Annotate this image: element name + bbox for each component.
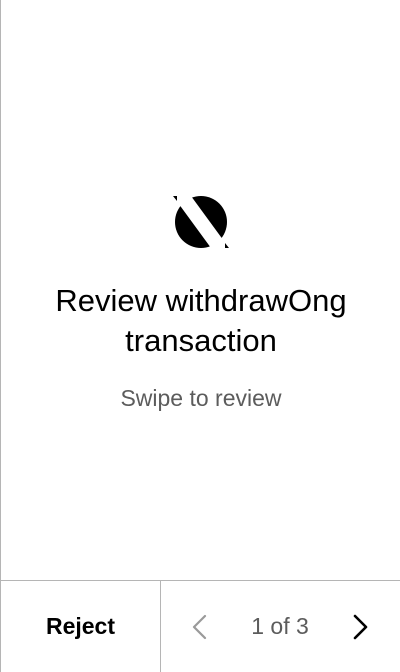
review-screen: Review withdrawOng transaction Swipe to …	[0, 0, 400, 672]
swipe-hint: Swipe to review	[120, 385, 282, 411]
chevron-left-icon[interactable]	[187, 613, 215, 641]
chevron-right-icon[interactable]	[347, 613, 375, 641]
ontology-logo-icon	[173, 196, 229, 248]
reject-button[interactable]: Reject	[1, 581, 161, 672]
title-line-2: transaction	[125, 323, 277, 358]
title-line-1: Review withdrawOng	[55, 283, 347, 318]
footer-bar: Reject 1 of 3	[1, 580, 400, 672]
reject-button-label: Reject	[45, 613, 116, 639]
page-indicator: 1 of 3	[251, 613, 309, 639]
page-title: Review withdrawOng transaction	[1, 281, 400, 361]
pagination: 1 of 3	[161, 581, 400, 672]
